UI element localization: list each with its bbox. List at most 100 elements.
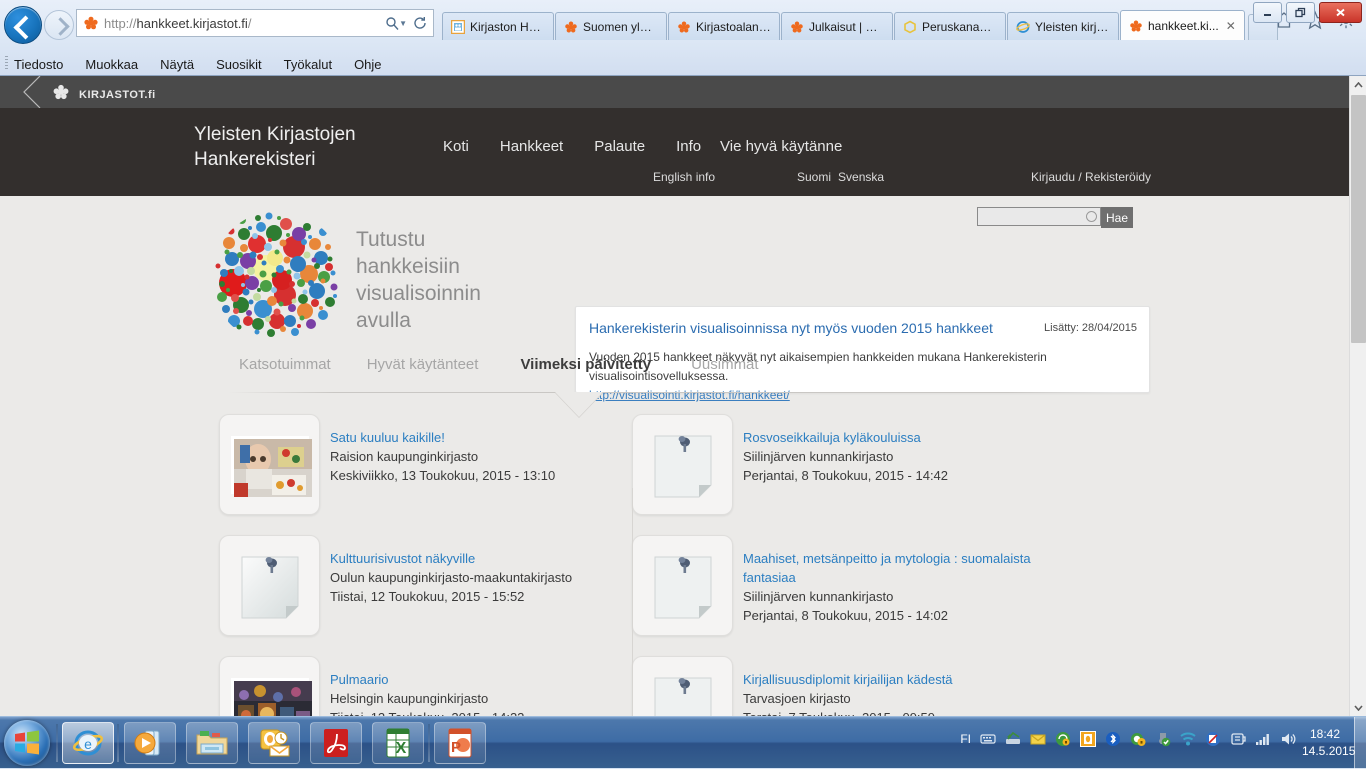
menu-item-tyokalut[interactable]: Työkalut [284,57,332,72]
scrollbar-thumb[interactable] [1351,95,1366,343]
tab-hyvat-kaytanteet[interactable]: Hyvät käytänteet [367,356,479,373]
browser-tab[interactable]: Julkaisut | Kirja... [781,12,893,40]
chevron-down-icon[interactable]: ▼ [399,19,407,28]
menu-item-ohje[interactable]: Ohje [354,57,381,72]
list-item[interactable]: Satu kuuluu kaikille! Raision kaupungink… [219,414,632,515]
column-divider [632,488,633,716]
close-icon[interactable]: ✕ [1226,19,1236,33]
taskbar-adobe-reader[interactable] [310,722,362,764]
back-button[interactable] [4,6,42,44]
thumbnail-card[interactable] [219,535,320,636]
keyboard-icon[interactable] [980,731,996,747]
menu-item-suosikit[interactable]: Suosikit [216,57,262,72]
thumbnail-card[interactable] [219,656,320,716]
taskbar-outlook[interactable] [248,722,300,764]
list-item[interactable]: Kulttuurisivustot näkyville Oulun kaupun… [219,535,632,636]
office-icon[interactable] [1080,731,1096,747]
nav-item-koti[interactable]: Koti [443,138,469,155]
scanner-icon[interactable] [1005,731,1021,747]
minimize-button[interactable] [1253,2,1282,23]
taskbar-clock[interactable]: 18:42 14.5.2015 [1302,726,1348,760]
sync-icon[interactable] [1205,731,1221,747]
browser-tab[interactable]: Kirjaston Helmi [442,12,554,40]
start-button[interactable] [4,720,50,766]
taskbar-powerpoint[interactable]: P [434,722,486,764]
mail-icon[interactable] [1030,731,1046,747]
item-title[interactable]: Satu kuuluu kaikille! [330,428,555,447]
address-path: / [248,16,252,31]
page-scrollbar[interactable] [1349,76,1366,716]
nav-item-palaute[interactable]: Palaute [594,138,645,155]
wifi-manager-icon[interactable] [1180,731,1196,747]
thumbnail-card[interactable] [632,535,733,636]
tab-viimeksi-paivitetty[interactable]: Viimeksi päivitetty [520,356,651,373]
scroll-up-icon[interactable] [1350,76,1366,93]
project-photo [231,678,309,717]
hexagon-icon [903,20,917,34]
language-svenska[interactable]: Svenska [838,170,884,184]
hero-section: Tutustu hankkeisiin visualisoinnin avull… [0,196,1366,356]
taskbar-file-explorer[interactable] [186,722,238,764]
taskbar-internet-explorer[interactable]: e [62,722,114,764]
scroll-down-icon[interactable] [1350,699,1366,716]
taskbar-windows-media-player[interactable] [124,722,176,764]
browser-tab-active[interactable]: hankkeet.ki... ✕ [1120,10,1245,40]
refresh-icon[interactable] [409,11,431,35]
tab-uusimmat[interactable]: Uusimmat [691,356,759,373]
language-suomi[interactable]: Suomi [797,170,831,184]
tab-strip: Kirjaston Helmi Suomen yleist... Kirjast… [442,6,1278,40]
tray-language-indicator[interactable]: FI [960,732,971,746]
forward-button[interactable] [44,10,74,40]
news-title[interactable]: Hankerekisterin visualisoinnissa nyt myö… [589,320,993,336]
tab-label: Kirjastoalan jul... [696,20,771,34]
restore-button[interactable] [1286,2,1315,23]
menu-grip[interactable] [5,56,8,71]
close-button[interactable] [1319,2,1362,23]
list-item[interactable]: Rosvoseikkailuja kyläkouluissa Siilinjär… [632,414,1045,515]
menu-item-tiedosto[interactable]: Tiedosto [14,57,63,72]
volume-icon[interactable] [1280,731,1296,747]
browser-tab[interactable]: Suomen yleist... [555,12,667,40]
item-title[interactable]: Pulmaario [330,670,524,689]
list-item[interactable]: Kirjallisuusdiplomit kirjailijan kädestä… [632,656,1045,716]
thumbnail-card[interactable] [219,414,320,515]
list-item[interactable]: Pulmaario Helsingin kaupunginkirjasto Ti… [219,656,632,716]
nav-item-info[interactable]: Info [676,138,701,155]
kirjastot-brand[interactable]: KIRJASTOT.fi [50,83,156,106]
item-text: Kirjallisuusdiplomit kirjailijan kädestä… [743,656,953,716]
security-shield-icon[interactable] [1055,731,1071,747]
menu-item-nayta[interactable]: Näytä [160,57,194,72]
signal-bars-icon[interactable] [1255,731,1271,747]
hero-headline: Tutustu hankkeisiin visualisoinnin avull… [356,226,526,334]
item-organization: Siilinjärven kunnankirjasto [743,587,1045,606]
bluetooth-icon[interactable] [1105,731,1121,747]
taskbar-divider [428,724,430,762]
main-nav: Koti Hankkeet Palaute Info [443,138,701,155]
nav-item-hankkeet[interactable]: Hankkeet [500,138,563,155]
item-title[interactable]: Kulttuurisivustot näkyville [330,549,572,568]
menu-item-muokkaa[interactable]: Muokkaa [85,57,138,72]
nav-item-english-info[interactable]: English info [653,170,715,184]
browser-tab[interactable]: Peruskanavat ... [894,12,1006,40]
address-bar[interactable]: http://hankkeet.kirjastot.fi/ ▼ [76,9,434,37]
item-title[interactable]: Kirjallisuusdiplomit kirjailijan kädestä [743,670,953,689]
item-organization: Raision kaupunginkirjasto [330,447,555,466]
taskbar-excel[interactable]: X [372,722,424,764]
item-organization: Tarvasjoen kirjasto [743,689,953,708]
antivirus-icon[interactable] [1155,731,1171,747]
login-register-link[interactable]: Kirjaudu / Rekisteröidy [1031,170,1151,184]
show-desktop-button[interactable] [1354,717,1366,769]
device-icon[interactable] [1230,731,1246,747]
protection-icon[interactable] [1130,731,1146,747]
browser-tab[interactable]: Yleisten kirjast... [1007,12,1119,40]
bubble-visualization-icon[interactable] [211,211,344,344]
browser-tab[interactable]: Kirjastoalan jul... [668,12,780,40]
thumbnail-card[interactable] [632,656,733,716]
list-item[interactable]: Maahiset, metsänpeitto ja mytologia : su… [632,535,1045,636]
item-title[interactable]: Rosvoseikkailuja kyläkouluissa [743,428,948,447]
item-title[interactable]: Maahiset, metsänpeitto ja mytologia : su… [743,549,1045,587]
thumbnail-card[interactable] [632,414,733,515]
nav-item-vie-hyva-kaytanne[interactable]: Vie hyvä käytänne [720,138,842,155]
tab-katsotuimmat[interactable]: Katsotuimmat [239,356,331,373]
window-controls [1253,2,1362,23]
